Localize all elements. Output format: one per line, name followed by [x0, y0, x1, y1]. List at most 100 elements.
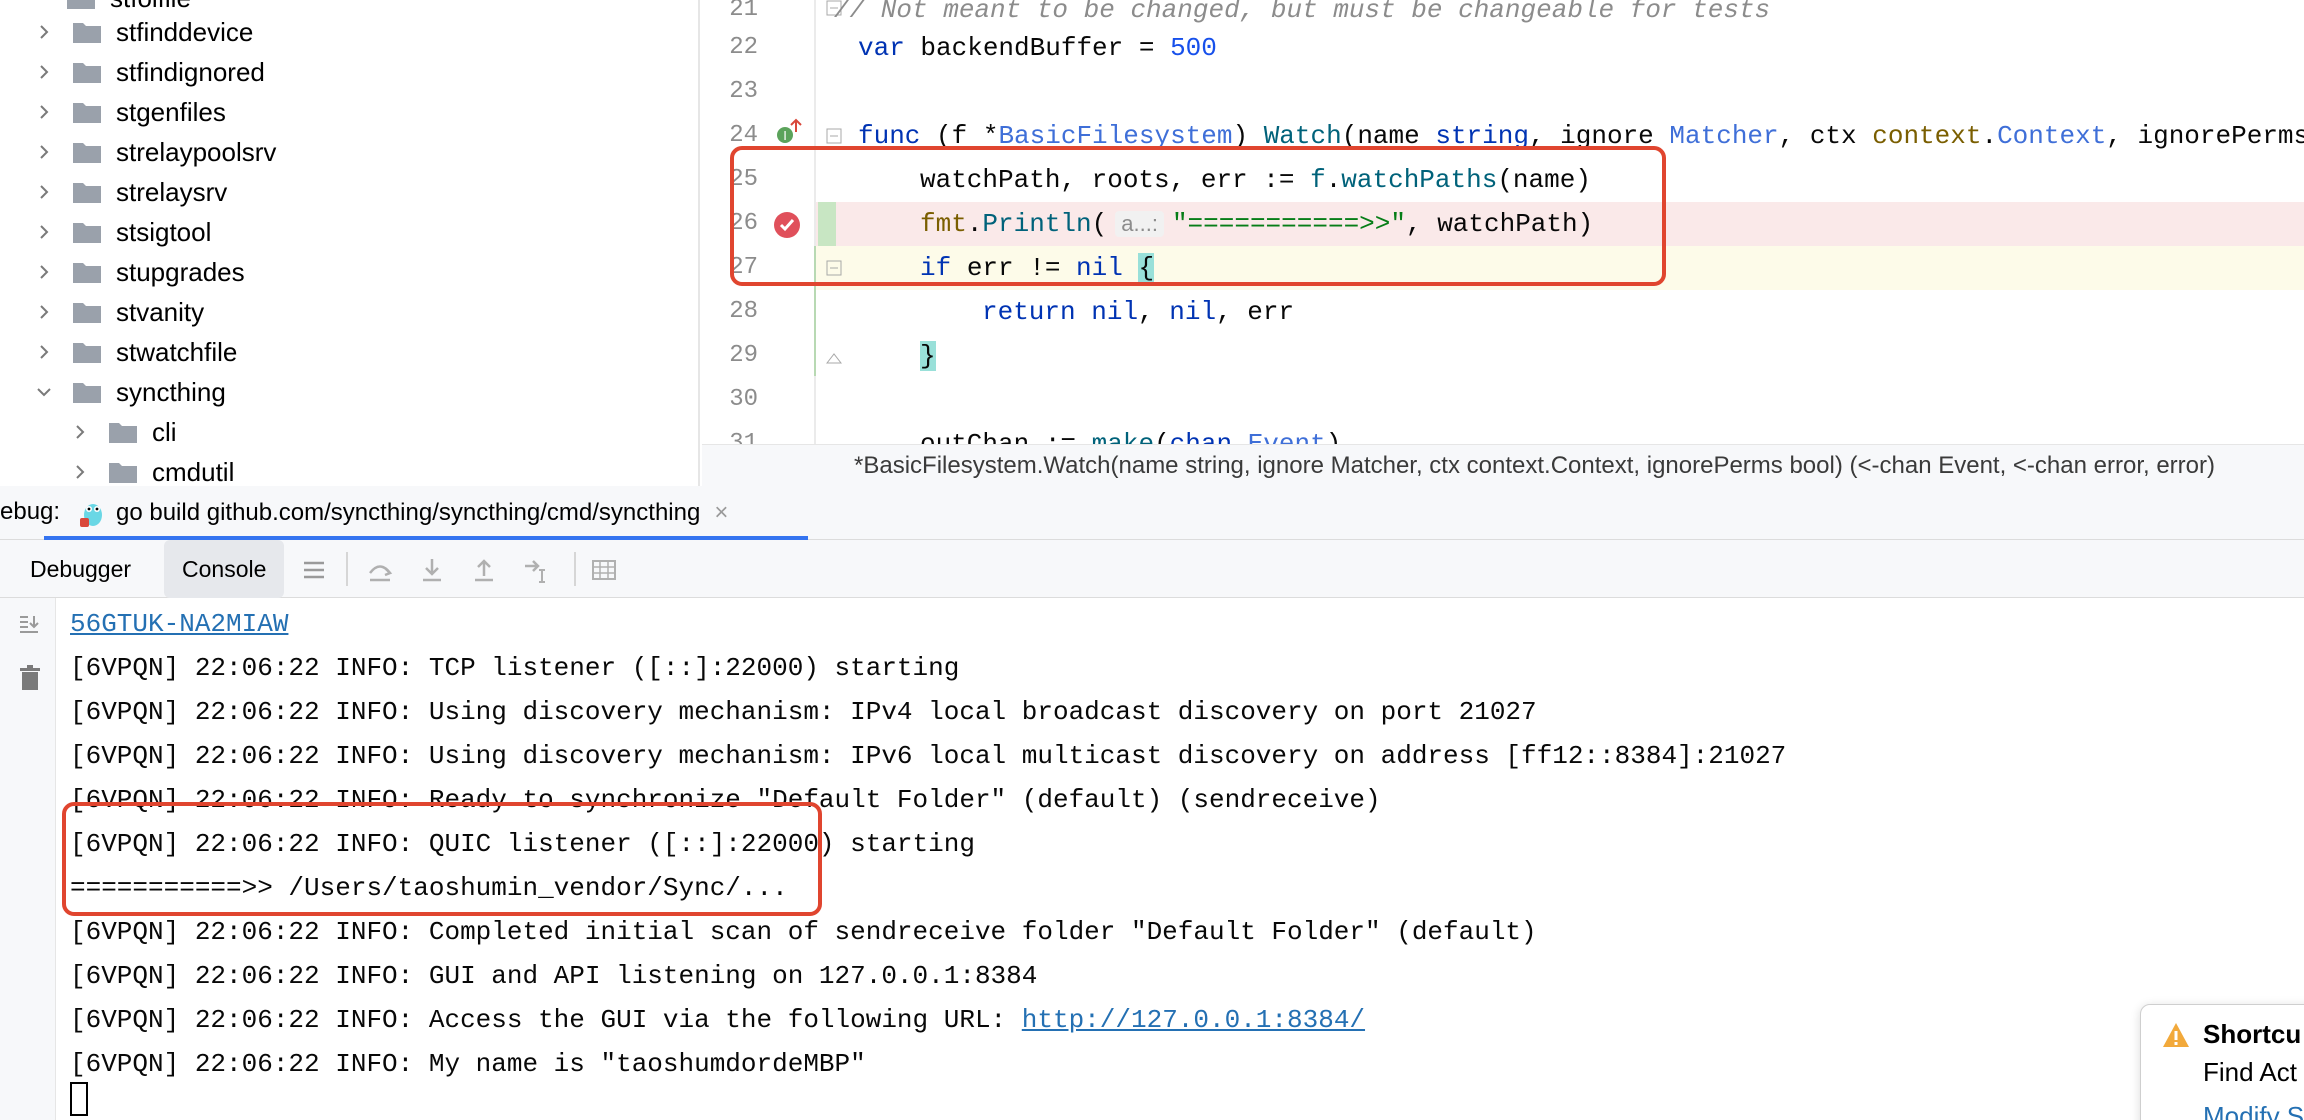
editor-gutter[interactable]: 21 22 23 24 25 26 27 28 29 30 31 I — [702, 0, 842, 444]
tree-item[interactable]: stsigtool — [32, 212, 211, 252]
tree-item-label: stvanity — [116, 296, 205, 327]
line-number[interactable]: 23 — [702, 78, 758, 105]
line-number[interactable]: 30 — [702, 386, 758, 413]
tree-item[interactable]: stwatchfile — [32, 332, 237, 372]
chevron-right-icon[interactable] — [32, 340, 56, 364]
code-line[interactable]: if err != nil { — [814, 246, 2304, 290]
run-tab-strip: ebug: go build github.com/syncthing/sync… — [0, 486, 2304, 540]
toolbar-divider — [574, 552, 576, 586]
tree-item[interactable]: cli — [68, 412, 177, 452]
project-tree: stfolfile stfinddevicestfindignoredstgen… — [0, 0, 700, 486]
trash-icon[interactable] — [18, 664, 42, 692]
tree-item[interactable]: stupgrades — [32, 252, 245, 292]
chevron-right-icon[interactable] — [32, 140, 56, 164]
line-number[interactable]: 29 — [702, 342, 758, 369]
chevron-right-icon[interactable] — [32, 100, 56, 124]
tree-item[interactable]: stgenfiles — [32, 92, 226, 132]
debug-toolbar: Debugger Console — [0, 540, 2304, 598]
breakpoint-icon[interactable] — [772, 210, 802, 240]
notification-title: Shortcu — [2203, 1019, 2302, 1049]
code-line[interactable]: func (f * BasicFilesystem) Watch (name str… — [814, 114, 2304, 158]
tree-item-label: stfinddevice — [116, 16, 254, 47]
console-input-cursor[interactable] — [70, 1082, 88, 1116]
tree-item[interactable]: stvanity — [32, 292, 204, 332]
folder-icon — [73, 223, 101, 243]
tree-item-label: stgenfiles — [116, 96, 226, 127]
notification-body: Find Act — [2203, 1057, 2297, 1087]
step-out-icon[interactable] — [470, 556, 498, 584]
run-config-tab[interactable]: go build github.com/syncthing/syncthing/… — [78, 486, 728, 540]
chevron-right-icon[interactable] — [32, 260, 56, 284]
close-tab-icon[interactable]: × — [714, 499, 728, 527]
matched-brace: } — [920, 341, 936, 371]
console-link[interactable]: http://127.0.0.1:8384/ — [1022, 1005, 1365, 1035]
code-line[interactable]: var backendBuffer = 500 — [814, 26, 2304, 70]
tab-console[interactable]: Console — [164, 540, 285, 598]
console-line: 56GTUK-NA2MIAW — [70, 602, 288, 646]
folder-icon — [73, 103, 101, 123]
notification-link[interactable]: Modify S — [2203, 1101, 2304, 1120]
console-line: [6VPQN] 22:06:22 INFO: My name is "taosh… — [70, 1049, 866, 1079]
matched-brace: { — [1138, 253, 1155, 283]
tree-item-label: cli — [152, 416, 177, 447]
notification-popup[interactable]: Shortcu Find Act Modify S — [2140, 1004, 2304, 1120]
line-number[interactable]: 24 — [702, 122, 758, 149]
signature-breadcrumb[interactable]: *BasicFilesystem.Watch(name string, igno… — [702, 444, 2304, 486]
chevron-right-icon[interactable] — [32, 220, 56, 244]
folder-icon — [73, 343, 101, 363]
console-link[interactable]: 56GTUK-NA2MIAW — [70, 609, 288, 639]
console-output[interactable]: 56GTUK-NA2MIAW [6VPQN] 22:06:22 INFO: TC… — [0, 598, 2304, 1120]
tree-item-label: stsigtool — [116, 216, 212, 247]
tree-item[interactable]: syncthing — [32, 372, 226, 412]
toolbar-divider — [346, 552, 348, 586]
code-line[interactable]: fmt. Println(a...: "===========>>", watchP… — [814, 202, 2304, 246]
tab-debugger[interactable]: Debugger — [12, 540, 149, 598]
line-number[interactable]: 25 — [702, 166, 758, 193]
step-over-icon[interactable] — [366, 556, 394, 584]
code-line[interactable]: } — [814, 334, 2304, 378]
console-line: [6VPQN] 22:06:22 INFO: Ready to synchron… — [70, 785, 1381, 815]
code-editor[interactable]: 21 22 23 24 25 26 27 28 29 30 31 I // Not meant to… — [702, 0, 2304, 444]
run-to-cursor-icon[interactable] — [522, 556, 550, 584]
chevron-right-icon[interactable] — [68, 460, 92, 484]
code-line[interactable]: return nil, nil, err — [814, 290, 2304, 334]
tree-item[interactable]: stfinddevice — [32, 12, 253, 52]
menu-icon[interactable] — [300, 556, 328, 584]
line-number[interactable]: 22 — [702, 34, 758, 61]
evaluate-expression-icon[interactable] — [590, 556, 618, 584]
gopher-icon — [80, 504, 102, 527]
scroll-to-end-icon[interactable] — [16, 612, 42, 638]
chevron-right-icon[interactable] — [68, 420, 92, 444]
code-line[interactable]: outChan := make(chan Event) — [814, 422, 2304, 444]
line-number[interactable]: 27 — [702, 254, 758, 281]
tree-item-label: stfindignored — [116, 56, 265, 87]
console-line: [6VPQN] 22:06:22 INFO: TCP listener ([::… — [70, 653, 960, 683]
step-into-icon[interactable] — [418, 556, 446, 584]
console-line: [6VPQN] 22:06:22 INFO: QUIC listener ([:… — [70, 829, 975, 859]
tree-item-label: syncthing — [116, 376, 226, 407]
line-number[interactable]: 21 — [702, 0, 758, 23]
code-line[interactable]: watchPath, roots, err := f. watchPaths (na… — [814, 158, 2304, 202]
parameter-hint: a...: — [1115, 211, 1164, 237]
chevron-down-icon[interactable] — [32, 380, 56, 404]
tree-item-label: strelaypoolsrv — [116, 136, 277, 167]
tool-window-title: ebug: — [0, 498, 61, 525]
line-number[interactable]: 26 — [702, 210, 758, 237]
folder-icon — [73, 263, 101, 283]
line-number[interactable]: 31 — [702, 430, 758, 444]
tree-item[interactable]: stfindignored — [32, 52, 265, 92]
chevron-right-icon[interactable] — [32, 180, 56, 204]
chevron-right-icon[interactable] — [32, 60, 56, 84]
console-line: [6VPQN] 22:06:22 INFO: Using discovery m… — [70, 741, 1787, 771]
chevron-right-icon[interactable] — [32, 300, 56, 324]
folder-icon — [67, 0, 95, 9]
chevron-right-icon[interactable] — [32, 20, 56, 44]
console-line: [6VPQN] 22:06:22 INFO: GUI and API liste… — [70, 961, 1038, 991]
tree-item[interactable]: strelaypoolsrv — [32, 132, 276, 172]
line-number[interactable]: 28 — [702, 298, 758, 325]
tree-item[interactable]: strelaysrv — [32, 172, 227, 212]
folder-icon — [73, 383, 101, 403]
tree-item[interactable]: cmdutil — [68, 452, 234, 486]
tree-item-label: cmdutil — [152, 456, 235, 487]
folder-icon — [73, 183, 101, 203]
